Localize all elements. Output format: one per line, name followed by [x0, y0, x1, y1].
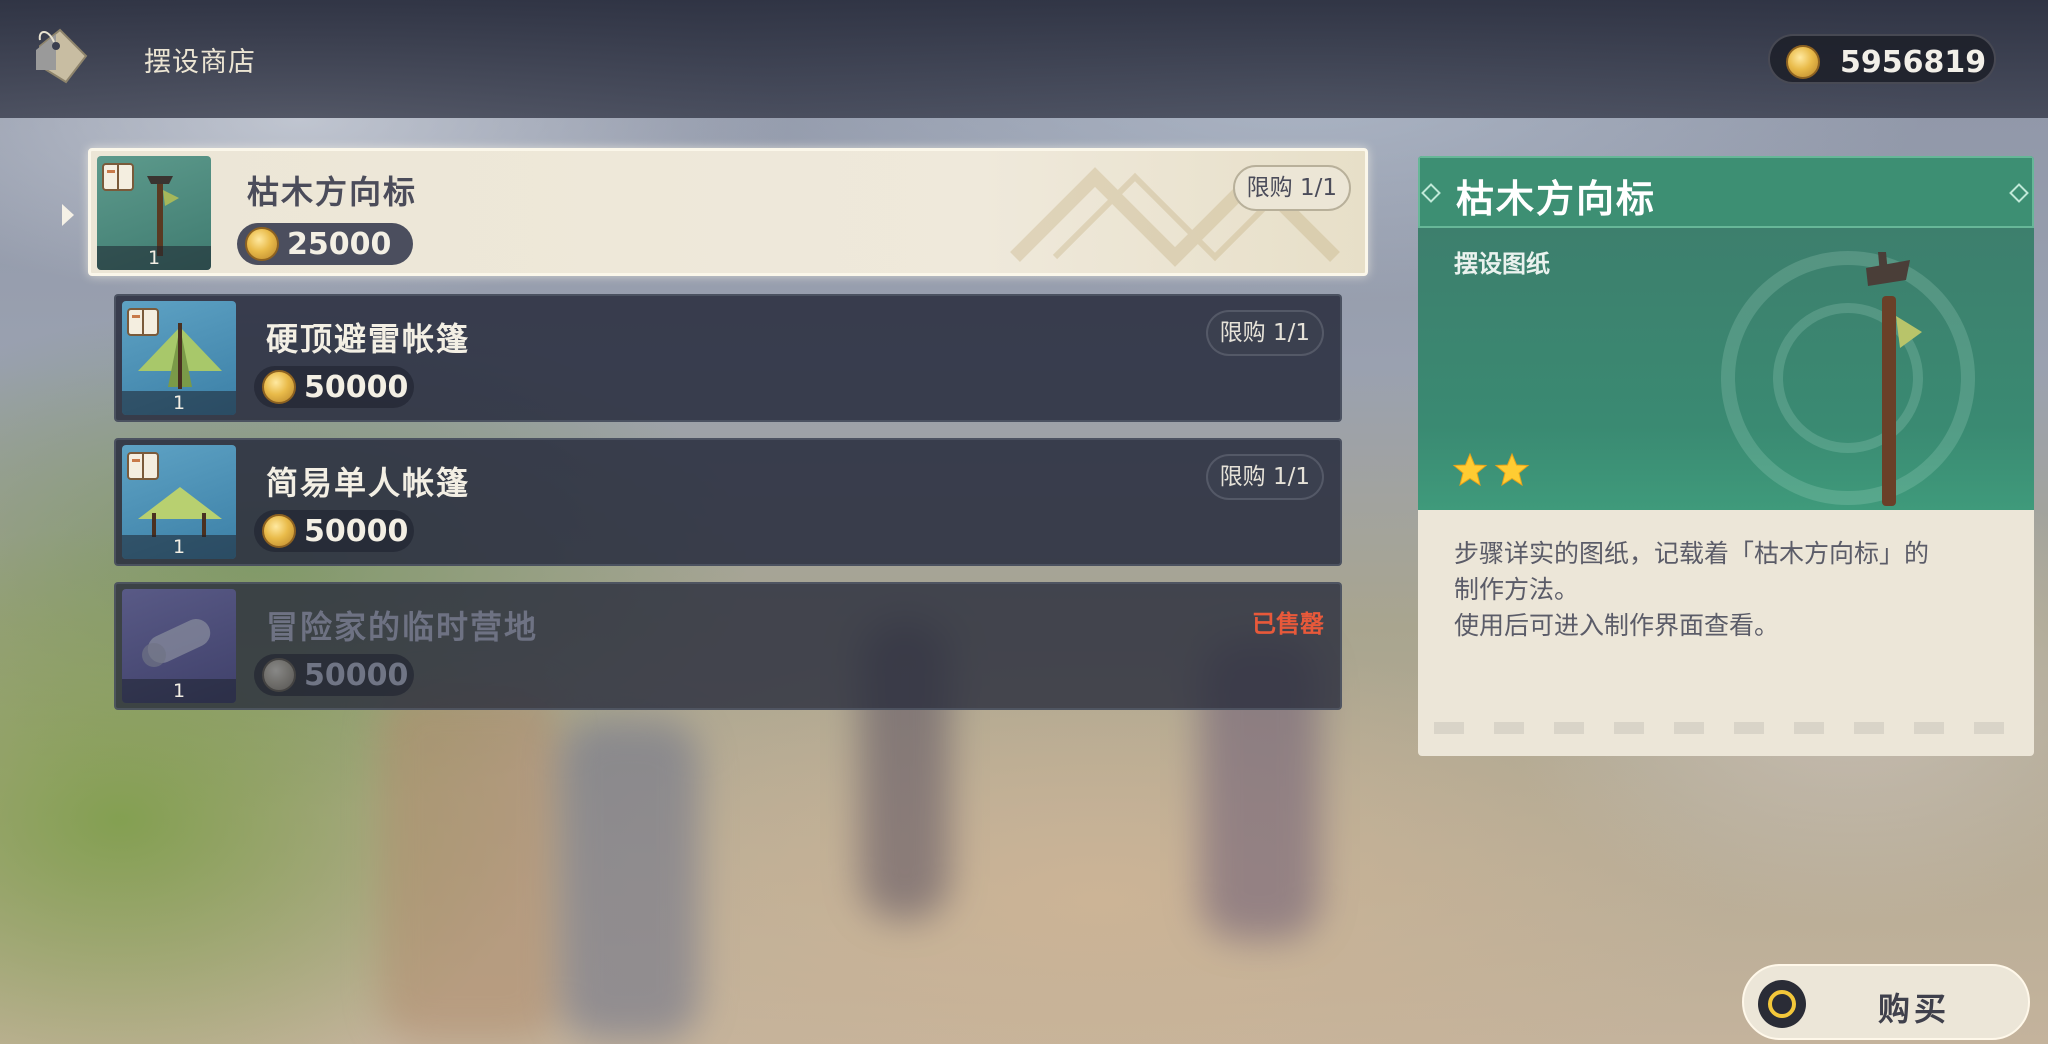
item-price: 50000: [254, 654, 414, 696]
weathervane-icon: [147, 176, 179, 256]
item-name: 枯木方向标: [247, 173, 418, 211]
background-figure: [560, 720, 700, 1040]
mora-coin-icon: [262, 370, 296, 404]
tent-icon: [138, 487, 222, 537]
item-price: 50000: [254, 510, 414, 552]
price-value: 25000: [287, 227, 392, 262]
item-type-label: 摆设图纸: [1454, 250, 1550, 278]
detail-header: 枯木方向标: [1418, 156, 2034, 228]
selection-arrow-icon: [62, 204, 74, 226]
shop-item[interactable]: 1 简易单人帐篷 50000 限购 1/1: [114, 438, 1342, 566]
detail-description-area: 步骤详实的图纸，记载着「枯木方向标」的 制作方法。 使用后可进入制作界面查看。: [1418, 510, 2034, 756]
background-figure: [380, 690, 560, 1040]
shop-item[interactable]: 1 枯木方向标 25000 限购 1/1: [88, 148, 1368, 276]
buy-button-label: 购买: [1878, 990, 1951, 1028]
diamond-ornament-icon: [2009, 183, 2029, 203]
sold-out-label: 已售罄: [1252, 610, 1324, 638]
mora-coin-icon: [245, 227, 279, 261]
item-name: 冒险家的临时营地: [266, 608, 539, 646]
item-name: 简易单人帐篷: [266, 464, 471, 502]
decorative-border: [1434, 722, 2004, 734]
item-thumbnail: 1: [122, 445, 236, 559]
item-name: 硬顶避雷帐篷: [266, 320, 471, 358]
item-quantity: 1: [122, 679, 236, 703]
price-tag-icon: [36, 28, 88, 84]
detail-title: 枯木方向标: [1456, 177, 1657, 221]
item-quantity: 1: [122, 535, 236, 559]
blueprint-book-icon: [102, 163, 134, 191]
item-thumbnail: 1: [97, 156, 211, 270]
description-line: 制作方法。: [1454, 575, 1580, 604]
item-price: 50000: [254, 366, 414, 408]
shop-item[interactable]: 1 冒险家的临时营地 50000 已售罄: [114, 582, 1342, 710]
diamond-ornament-icon: [1421, 183, 1441, 203]
description-line: 使用后可进入制作界面查看。: [1454, 611, 1780, 640]
top-bar: 摆设商店 5956819: [0, 0, 2048, 118]
purchase-limit-badge: 限购 1/1: [1205, 454, 1324, 500]
purchase-limit-badge: 限购 1/1: [1205, 310, 1324, 356]
price-value: 50000: [304, 658, 409, 693]
rarity-star-icon: [1494, 452, 1530, 487]
item-thumbnail: 1: [122, 589, 236, 703]
controller-button-icon: [1758, 980, 1806, 1028]
price-value: 50000: [304, 514, 409, 549]
rolled-blueprint-icon: [142, 618, 211, 667]
item-quantity: 1: [122, 391, 236, 415]
mora-coin-icon: [262, 514, 296, 548]
item-description: 步骤详实的图纸，记载着「枯木方向标」的 制作方法。 使用后可进入制作界面查看。: [1454, 536, 2014, 644]
item-price: 25000: [237, 223, 413, 265]
price-value: 50000: [304, 370, 409, 405]
mora-coin-icon: [1786, 45, 1820, 79]
currency-amount: 5956819: [1840, 45, 1987, 80]
mora-coin-icon: [262, 658, 296, 692]
shop-item[interactable]: 1 硬顶避雷帐篷 50000 限购 1/1: [114, 294, 1342, 422]
tent-icon: [138, 323, 222, 389]
description-line: 步骤详实的图纸，记载着「枯木方向标」的: [1454, 539, 1930, 568]
currency-display: 5956819: [1768, 34, 1996, 84]
item-detail-panel: 枯木方向标 摆设图纸 步骤详实的图纸，记载着「枯木方向标」的 制作方法。 使用后…: [1418, 156, 2034, 756]
purchase-limit-badge: 限购 1/1: [1232, 165, 1351, 211]
item-quantity: 1: [97, 246, 211, 270]
item-thumbnail: 1: [122, 301, 236, 415]
rarity-star-icon: [1452, 452, 1488, 487]
buy-button[interactable]: 购买: [1742, 964, 2030, 1040]
shop-title: 摆设商店: [144, 47, 256, 78]
weathervane-icon: [1866, 252, 1922, 506]
